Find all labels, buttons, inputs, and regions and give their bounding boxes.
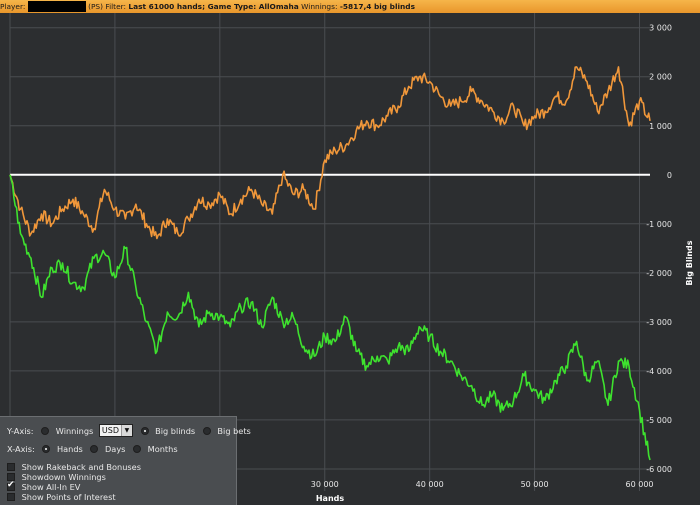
rakeback-label[interactable]: Show Rakeback and Bonuses [22,462,141,472]
x-axis-row: X-Axis: Hands Days Months [7,443,178,454]
x-axis-title: Hands [316,494,345,503]
x-tick-label: 50 000 [521,480,549,489]
axis-tick-labels: 3 000 2 000 1 000 0 -1 000 -2 000 -3 000 -4 000… [311,24,672,489]
poi-label[interactable]: Show Points of Interest [22,492,116,502]
x-tick-label: 40 000 [416,480,444,489]
y-axis-title: Big Blinds [685,240,694,285]
x-days-radio[interactable] [90,444,99,453]
y-winnings-label[interactable]: Winnings [56,426,94,436]
redacted-player-name [27,1,86,12]
y-axis-label: Y-Axis: [7,425,34,436]
y-tick-label: 2 000 [649,73,672,82]
x-hands-label[interactable]: Hands [57,444,83,454]
x-months-label[interactable]: Months [148,444,178,454]
rakeback-option[interactable]: Show Rakeback and Bonuses [7,461,141,472]
y-winnings-radio[interactable] [41,426,50,435]
poi-option[interactable]: Show Points of Interest [7,491,116,502]
allin-ev-label[interactable]: Show All-In EV [22,482,81,492]
y-tick-label: 0 [667,171,672,180]
y-tick-label: -3 000 [646,318,672,327]
y-tick-label: 3 000 [649,24,672,33]
y-big-bets-radio[interactable] [202,426,211,435]
y-tick-label: -4 000 [646,367,672,376]
x-hands-radio[interactable] [42,444,51,453]
y-big-bets-label[interactable]: Big bets [217,426,250,436]
filter-label: Filter: [105,2,127,11]
player-site-suffix: (PS) [88,2,103,11]
filter-value: Last 61000 hands; Game Type: AllOmaha [128,2,299,11]
graph-options-panel: Y-Axis: Winnings USD ▼ Big blinds Big be… [0,416,251,505]
poi-checkbox[interactable] [7,492,15,501]
y-tick-label: -2 000 [646,269,672,278]
y-tick-label: -5 000 [646,416,672,425]
player-label: Player: [0,2,26,11]
y-tick-label: 1 000 [649,122,672,131]
x-tick-label: 60 000 [626,480,654,489]
x-tick-label: 30 000 [311,480,339,489]
showdown-option[interactable]: Showdown Winnings [7,471,106,482]
x-months-radio[interactable] [133,444,142,453]
graph-header-bar: Player: (PS) Filter: Last 61000 hands; G… [0,0,700,13]
winnings-value: -5817,4 big blinds [339,2,415,11]
x-axis-label: X-Axis: [7,443,35,454]
allin-ev-checkbox[interactable] [7,480,15,491]
y-big-blinds-radio[interactable] [140,426,149,435]
y-tick-label: -6 000 [646,465,672,474]
y-axis-row: Y-Axis: Winnings USD ▼ Big blinds Big be… [7,424,251,437]
y-tick-label: -1 000 [646,220,672,229]
rakeback-checkbox[interactable] [7,462,15,471]
dropdown-arrow-icon[interactable]: ▼ [120,425,132,436]
all_in_ev-line [9,66,651,240]
winnings-label: Winnings: [301,2,338,11]
currency-value: USD [101,426,119,435]
currency-select[interactable]: USD ▼ [98,424,133,437]
y-big-blinds-label[interactable]: Big blinds [155,426,195,436]
showdown-label[interactable]: Showdown Winnings [22,472,106,482]
x-days-label[interactable]: Days [105,444,125,454]
allin-ev-option[interactable]: Show All-In EV [7,480,81,492]
